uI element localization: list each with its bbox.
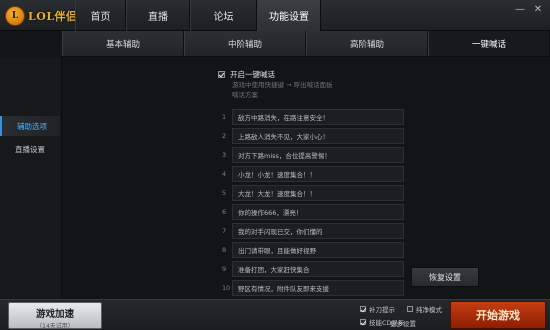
- description-line-1: 游戏中使用快捷键 → 呼出喊话面板: [232, 81, 333, 89]
- option-last-hit-hint[interactable]: 补刀提示: [360, 304, 395, 314]
- message-number: 10: [222, 284, 231, 292]
- tab-advanced-assist[interactable]: 高阶辅助: [306, 31, 428, 56]
- option-clean-mode[interactable]: 纯净模式: [407, 304, 442, 314]
- nav-live[interactable]: 直播: [126, 0, 190, 31]
- message-row: 10 野区有情况，附件队友即来支援: [222, 280, 404, 296]
- app-logo: L LOL伴侣: [5, 5, 78, 26]
- accelerate-trial-label: （14天试用）: [36, 323, 74, 330]
- nav-settings[interactable]: 功能设置: [257, 0, 321, 31]
- message-row: 5 大龙！大龙！速度集合！！: [222, 185, 404, 201]
- settings-subtabs: 基本辅助 中阶辅助 高阶辅助 一键喊话: [62, 31, 550, 57]
- message-input-9[interactable]: 准备打团，大家赶快集合: [232, 261, 404, 277]
- tab-basic-assist[interactable]: 基本辅助: [62, 31, 184, 56]
- quick-chat-panel: 开启一键喊话 游戏中使用快捷键 → 呼出喊话面板 喊话方案 1 敌方中路消失，在…: [62, 57, 550, 299]
- message-input-2[interactable]: 上路敌人消失不见，大家小心！: [232, 128, 404, 144]
- message-input-1[interactable]: 敌方中路消失，在路注意安全！: [232, 109, 404, 125]
- start-game-button[interactable]: 开始游戏: [450, 301, 546, 329]
- message-number: 6: [222, 208, 227, 216]
- message-input-3[interactable]: 对方下路miss，合位提高警惕！: [232, 147, 404, 163]
- message-input-10[interactable]: 野区有情况，附件队友即来支援: [232, 280, 404, 296]
- message-row: 2 上路敌人消失不见，大家小心！: [222, 128, 404, 144]
- message-row: 1 敌方中路消失，在路注意安全！: [222, 109, 404, 125]
- message-number: 4: [222, 170, 227, 178]
- message-input-4[interactable]: 小龙！小龙！速度集合！！: [232, 166, 404, 182]
- window-controls: — ✕: [514, 4, 544, 16]
- minimize-icon[interactable]: —: [514, 4, 526, 16]
- message-number: 7: [222, 227, 227, 235]
- description-line-2: 喊话方案: [232, 91, 258, 99]
- enable-quick-chat-checkbox[interactable]: [218, 71, 225, 78]
- message-number: 3: [222, 151, 227, 159]
- message-row: 7 我的对手闪现已交，你们懂的: [222, 223, 404, 239]
- message-row: 6 你的操作666，漂亮！: [222, 204, 404, 220]
- message-number: 2: [222, 132, 227, 140]
- message-row: 3 对方下路miss，合位提高警惕！: [222, 147, 404, 163]
- last-hit-hint-label: 补刀提示: [369, 306, 395, 314]
- message-number: 8: [222, 246, 227, 254]
- message-input-5[interactable]: 大龙！大龙！速度集合！！: [232, 185, 404, 201]
- logo-badge-icon: L: [5, 5, 25, 26]
- nav-forum[interactable]: 论坛: [190, 0, 257, 31]
- message-number: 5: [222, 189, 227, 197]
- more-settings-link[interactable]: 更多设置: [390, 318, 416, 328]
- accelerate-label: 游戏加速: [35, 309, 74, 320]
- app-name: LOL伴侣: [28, 9, 78, 23]
- message-row: 9 准备打团，大家赶快集合: [222, 261, 404, 277]
- title-bar: L LOL伴侣 首页 直播 论坛 功能设置 — ✕: [0, 0, 550, 31]
- reset-settings-button[interactable]: 恢复设置: [411, 267, 479, 287]
- enable-quick-chat-label: 开启一键喊话: [230, 70, 275, 79]
- message-input-7[interactable]: 我的对手闪现已交，你们懂的: [232, 223, 404, 239]
- message-number: 9: [222, 265, 227, 273]
- nav-home[interactable]: 首页: [75, 0, 126, 31]
- message-number: 1: [222, 113, 227, 121]
- quick-chat-description: 游戏中使用快捷键 → 呼出喊话面板 喊话方案: [232, 80, 372, 100]
- message-input-8[interactable]: 出门请带眼，且能做好视野: [232, 242, 404, 258]
- skill-cd-checkbox[interactable]: [360, 319, 366, 325]
- game-accelerate-button[interactable]: 游戏加速 （14天试用）: [8, 302, 102, 330]
- clean-mode-checkbox[interactable]: [407, 306, 413, 312]
- close-icon[interactable]: ✕: [532, 4, 544, 16]
- sidebar-item-live-settings[interactable]: 直播设置: [0, 139, 60, 159]
- message-input-6[interactable]: 你的操作666，漂亮！: [232, 204, 404, 220]
- message-row: 4 小龙！小龙！速度集合！！: [222, 166, 404, 182]
- message-row: 8 出门请带眼，且能做好视野: [222, 242, 404, 258]
- sidebar-item-assist-options[interactable]: 辅助选项: [0, 116, 60, 136]
- tab-quick-chat[interactable]: 一键喊话: [428, 31, 550, 56]
- clean-mode-label: 纯净模式: [416, 306, 442, 314]
- last-hit-hint-checkbox[interactable]: [360, 306, 366, 312]
- sidebar: 辅助选项 直播设置: [0, 57, 62, 299]
- tab-intermediate-assist[interactable]: 中阶辅助: [184, 31, 306, 56]
- main-nav: 首页 直播 论坛 功能设置: [75, 0, 321, 31]
- enable-quick-chat-row[interactable]: 开启一键喊话: [218, 69, 275, 80]
